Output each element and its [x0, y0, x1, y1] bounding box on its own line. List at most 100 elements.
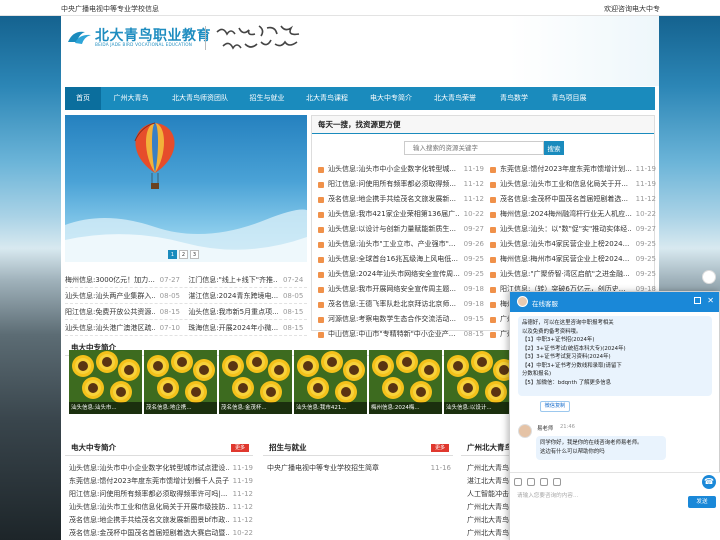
news-item[interactable]: 汕头信息:我市421家企业荣相第136届广... 10-22: [318, 207, 484, 222]
news-title[interactable]: 茂名信息:金茂杯中国茂名首届短剧着选...: [500, 192, 632, 207]
news-title[interactable]: 阳江信息:问使用所有频率都必须取得频...: [328, 177, 460, 192]
scroll-top-icon[interactable]: [702, 270, 716, 284]
news-title[interactable]: 汕头信息:全球首台16兆瓦级海上风电低...: [328, 252, 460, 267]
list-item[interactable]: 茂名信息:金茂杯中国茂名首届短剧着选大赛启动暨... 10-22: [69, 527, 253, 540]
nav-item[interactable]: 北大青鸟荣誉: [423, 87, 487, 110]
news-item[interactable]: 汕头信息:2024年汕头市网络安全宣传周... 09-25: [318, 267, 484, 282]
list-title[interactable]: 东莞信息:馈付2023年度东莞市馈增计划餐千人员子...: [69, 475, 229, 488]
slider-page-dot[interactable]: 2: [179, 250, 188, 259]
box1-title-text: 电大中专简介: [71, 443, 116, 452]
gallery-thumb[interactable]: 茂名信息:地企携...: [144, 350, 217, 414]
news-title[interactable]: 汕头信息:我市421家企业荣相第136届广...: [328, 207, 460, 222]
list-item[interactable]: 茂名信息:地企携手共绘茂名文旅发展新图景bf市政... 11-12: [69, 514, 253, 527]
ticker-link[interactable]: 阳江信息:免费开放公共资源...: [65, 304, 155, 319]
screenshot-icon[interactable]: [553, 478, 561, 486]
news-item[interactable]: 汕头信息:汕头市工业和信息化局关于开... 11-19: [490, 177, 656, 192]
news-title[interactable]: 梅州信息:2024梅州融湾杆行业无人机应...: [500, 207, 632, 222]
news-title[interactable]: 茂名信息:王德飞率队赴北京拜访北京师...: [328, 297, 460, 312]
news-item[interactable]: 汕头信息:"广聚侨智·湾区启航"之进金融... 09-25: [490, 267, 656, 282]
nav-item[interactable]: 北大青鸟师资团队: [161, 87, 239, 110]
news-title[interactable]: 汕头信息:我市开展网络安全宣传周主题...: [328, 282, 460, 297]
news-item[interactable]: 河源信息:考察电数学生态合作交流活动... 09-15: [318, 312, 484, 327]
slider-page-dot[interactable]: 3: [190, 250, 199, 259]
gallery-thumb[interactable]: 汕头信息:汕头市...: [69, 350, 142, 414]
gallery-thumb[interactable]: 汕头信息:以设计...: [444, 350, 517, 414]
phone-icon[interactable]: ☎: [702, 475, 716, 489]
ticker-link[interactable]: 汕头信息:我市新5月重点项...: [188, 304, 278, 319]
news-item[interactable]: 东莞信息:馈付2023年度东莞市馈增计划... 11-19: [490, 162, 656, 177]
search-input[interactable]: [404, 141, 544, 155]
search-button[interactable]: 搜索: [544, 141, 564, 155]
news-item[interactable]: 梅州信息:2024梅州融湾杆行业无人机应... 10-22: [490, 207, 656, 222]
ticker-link[interactable]: 江门信息:"线上+线下"齐推...: [188, 272, 278, 287]
news-item[interactable]: 阳江信息:问使用所有频率都必须取得频... 11-12: [318, 177, 484, 192]
image-icon[interactable]: [527, 478, 535, 486]
news-title[interactable]: 汕头信息:汕头市"工业立市、产业强市"...: [328, 237, 460, 252]
box2-more-button[interactable]: 更多: [430, 444, 449, 452]
news-item[interactable]: 汕头信息:我市开展网络安全宣传周主题... 09-18: [318, 282, 484, 297]
news-title[interactable]: 汕头信息:汕头市4家民营企业上榜2024...: [500, 237, 632, 252]
list-title[interactable]: 茂名信息:金茂杯中国茂名首届短剧着选大赛启动暨...: [69, 527, 229, 540]
news-title[interactable]: 东莞信息:馈付2023年度东莞市馈增计划...: [500, 162, 632, 177]
list-item[interactable]: 阳江信息:问使用所有频率都必须取得频率许可吗|... 11-12: [69, 488, 253, 501]
nav-item[interactable]: 青鸟数学: [487, 87, 541, 110]
box1-more-button[interactable]: 更多: [230, 444, 249, 452]
list-item[interactable]: 汕头信息:汕头市中小企业数字化转型城市试点建设... 11-19: [69, 462, 253, 475]
ticker-link[interactable]: 汕头信息:汕头两产业集群入...: [65, 288, 155, 303]
news-title[interactable]: 茂名信息:地企携手共绘茂名文旅发展新...: [328, 192, 460, 207]
close-icon[interactable]: ✕: [707, 296, 714, 305]
news-item[interactable]: 茂名信息:金茂杯中国茂名首届短剧着选... 11-12: [490, 192, 656, 207]
send-button[interactable]: 发送: [688, 496, 716, 508]
file-icon[interactable]: [540, 478, 548, 486]
ticker-link[interactable]: 湛江信息:2024青东跨境电...: [188, 288, 278, 303]
nav-item[interactable]: 招生与就业: [239, 87, 295, 110]
bird-logo-icon[interactable]: [67, 28, 93, 46]
nav-item[interactable]: 广州大青鸟: [101, 87, 161, 110]
slider-page-dot[interactable]: 1: [168, 250, 177, 259]
news-title[interactable]: 汕头信息:汕头市中小企业数字化转型城...: [328, 162, 460, 177]
news-item[interactable]: 汕头信息:全球首台16兆瓦级海上风电低... 09-25: [318, 252, 484, 267]
news-title[interactable]: 河源信息:考察电数学生态合作交流活动...: [328, 312, 460, 327]
nav-item[interactable]: 北大青鸟课程: [295, 87, 359, 110]
ticker-link[interactable]: 汕头信息:汕头港广澳港区疏...: [65, 320, 155, 335]
nav-item[interactable]: 电大中专简介: [359, 87, 423, 110]
list-item[interactable]: 汕头信息:汕头市工业和信息化局关于开展市级技防... 11-12: [69, 501, 253, 514]
maximize-icon[interactable]: [694, 297, 701, 304]
news-item[interactable]: 茂名信息:地企携手共绘茂名文旅发展新... 11-12: [318, 192, 484, 207]
nav-item[interactable]: 首页: [65, 87, 101, 110]
news-item[interactable]: 汕头信息:汕头市中小企业数字化转型城... 11-19: [318, 162, 484, 177]
news-title[interactable]: 汕头信息:以设计与创新力量赋能新质生...: [328, 222, 460, 237]
chat-input[interactable]: 请输入您要咨询的内容...: [517, 491, 578, 499]
ticker-link[interactable]: 珠海信息:开展2024年小微...: [188, 320, 278, 335]
list-title[interactable]: 汕头信息:汕头市中小企业数字化转型城市试点建设...: [69, 462, 229, 475]
news-title[interactable]: 梅州信息:梅州市4家民营企业上榜2024...: [500, 252, 632, 267]
news-title[interactable]: 汕头信息:2024年汕头市网络安全宣传周...: [328, 267, 460, 282]
list-item[interactable]: 中央广播电视中等专业学校招生简章 11-16: [267, 462, 451, 475]
hot-air-balloon-banner[interactable]: 123: [65, 115, 307, 262]
gallery-thumb[interactable]: 茂名信息:金茂杯...: [219, 350, 292, 414]
list-title[interactable]: 中央广播电视中等专业学校招生简章: [267, 462, 379, 475]
list-title[interactable]: 茂名信息:地企携手共绘茂名文旅发展新图景bf市政...: [69, 514, 229, 527]
list-title[interactable]: 汕头信息:汕头市工业和信息化局关于开展市级技防...: [69, 501, 229, 514]
news-item[interactable]: 茂名信息:王德飞率队赴北京拜访北京师... 09-18: [318, 297, 484, 312]
news-date: 09-18: [463, 285, 484, 293]
news-title[interactable]: 汕头信息:汕头：以"数"促"实"推动实体经...: [500, 222, 632, 237]
emoji-icon[interactable]: [514, 478, 522, 486]
news-item[interactable]: 梅州信息:梅州市4家民营企业上榜2024... 09-25: [490, 252, 656, 267]
ticker-link[interactable]: 梅州信息:3000亿元！加力...: [65, 272, 155, 287]
gallery-thumb[interactable]: 梅州信息:2024梅...: [369, 350, 442, 414]
news-date: 10-22: [635, 210, 656, 218]
news-item[interactable]: 汕头信息:汕头市"工业立市、产业强市"... 09-26: [318, 237, 484, 252]
list-item[interactable]: 东莞信息:馈付2023年度东莞市馈增计划餐千人员子... 11-19: [69, 475, 253, 488]
nav-item[interactable]: 青鸟项目展: [541, 87, 597, 110]
news-item[interactable]: 汕头信息:汕头：以"数"促"实"推动实体经... 09-27: [490, 222, 656, 237]
news-item[interactable]: 汕头信息:汕头市4家民营企业上榜2024... 09-25: [490, 237, 656, 252]
list-title[interactable]: 阳江信息:问使用所有频率都必须取得频率许可吗|...: [69, 488, 227, 501]
gallery-thumb[interactable]: 汕头信息:我市421...: [294, 350, 367, 414]
news-title[interactable]: 汕头信息:"广聚侨智·湾区启航"之进金融...: [500, 267, 632, 282]
rss-icon: [490, 196, 496, 203]
news-item[interactable]: 汕头信息:以设计与创新力量赋能新质生... 09-27: [318, 222, 484, 237]
news-date: 09-26: [463, 240, 484, 248]
copy-wechat-button[interactable]: 微信复制: [540, 401, 570, 412]
news-title[interactable]: 汕头信息:汕头市工业和信息化局关于开...: [500, 177, 632, 192]
